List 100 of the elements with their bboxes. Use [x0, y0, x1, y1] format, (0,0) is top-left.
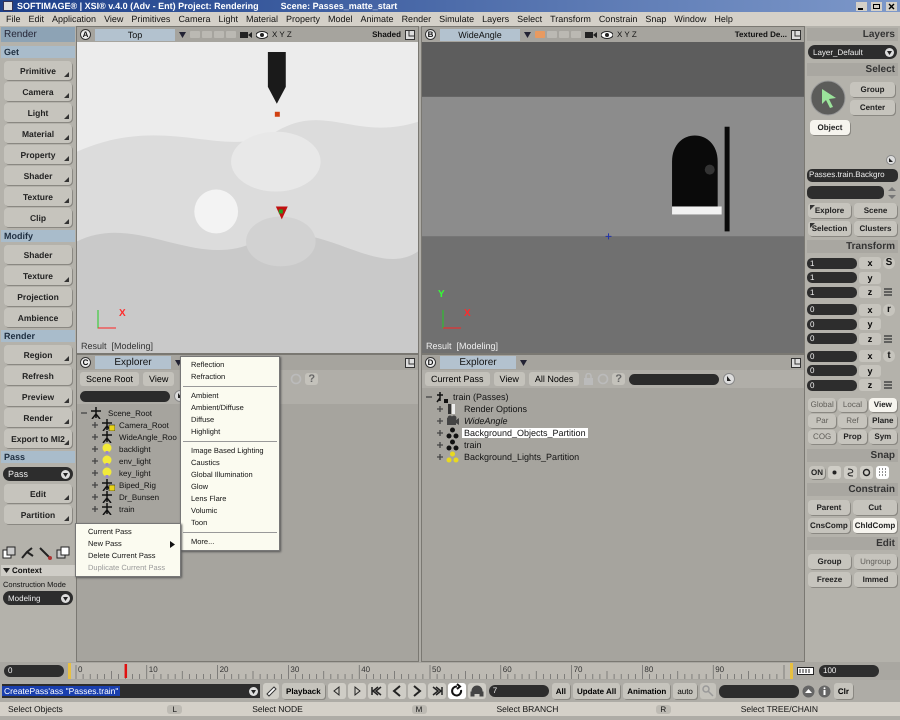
menu-item[interactable]: Window: [670, 14, 710, 24]
tool-button[interactable]: Group: [850, 82, 895, 96]
value-field[interactable]: 1: [807, 272, 857, 284]
menu-item[interactable]: Help: [710, 14, 737, 24]
mode-button[interactable]: Sym: [868, 430, 897, 444]
value-field[interactable]: 0: [807, 318, 857, 330]
menu-item[interactable]: Render: [398, 14, 436, 24]
tool-button[interactable]: Selection: [808, 221, 851, 236]
menu-item[interactable]: Layers: [478, 14, 514, 24]
tool-button[interactable]: Region: [4, 345, 72, 364]
axis-button[interactable]: y: [859, 272, 881, 284]
axis-button[interactable]: y: [859, 318, 881, 330]
tree-item[interactable]: train: [462, 440, 484, 450]
tool-button[interactable]: Cut: [852, 500, 898, 514]
menu-item[interactable]: Constrain: [594, 14, 642, 24]
axis-button[interactable]: z: [859, 332, 881, 345]
menu-item[interactable]: Light: [214, 14, 242, 24]
tool-button[interactable]: Material: [4, 124, 72, 143]
tree-item[interactable]: Background_Lights_Partition: [462, 452, 582, 462]
end-frame-field[interactable]: 100: [819, 665, 879, 677]
value-field[interactable]: 0: [807, 350, 857, 362]
menu-item[interactable]: Primitives: [127, 14, 174, 24]
toolbar-button[interactable]: View: [494, 372, 525, 386]
tool-button[interactable]: Ambience: [4, 308, 72, 327]
playback-button[interactable]: Playback: [282, 683, 325, 699]
menu-item[interactable]: Application: [48, 14, 100, 24]
auto-key-button[interactable]: auto: [673, 683, 697, 699]
update-all-button[interactable]: Update All: [572, 683, 620, 699]
tool-button[interactable]: Texture: [4, 187, 72, 206]
tree-item[interactable]: Camera_Root: [117, 420, 171, 430]
tool-button[interactable]: Clusters: [854, 221, 897, 236]
menu-item[interactable]: View: [100, 14, 128, 24]
toolbar-button[interactable]: Current Pass: [425, 372, 490, 386]
tree-item[interactable]: WideAngle: [462, 416, 510, 426]
tree-item[interactable]: env_light: [117, 456, 154, 466]
tree-item[interactable]: Dr_Bunsen: [117, 492, 162, 502]
value-field[interactable]: 0: [807, 365, 857, 376]
frame-field[interactable]: 7: [488, 685, 549, 697]
mode-button[interactable]: Prop: [838, 430, 867, 444]
menu-item[interactable]: Transform: [546, 14, 595, 24]
selection-field[interactable]: Passes.train.Backgro: [807, 169, 898, 182]
axis-button[interactable]: x: [859, 257, 881, 270]
tool-button[interactable]: Explore: [808, 203, 851, 218]
value-field[interactable]: 1: [807, 258, 857, 269]
tree-item[interactable]: backlight: [117, 444, 153, 454]
tree-item[interactable]: key_light: [117, 468, 153, 478]
tool-button[interactable]: Center: [850, 100, 895, 114]
menu-item[interactable]: Edit: [24, 14, 48, 24]
toolbar-button[interactable]: All Nodes: [528, 372, 580, 386]
value-field[interactable]: 0: [807, 380, 857, 391]
mode-button[interactable]: View: [868, 398, 897, 412]
clear-button[interactable]: Clr: [834, 683, 854, 699]
snap-toggle[interactable]: ON: [809, 466, 825, 478]
tree-item[interactable]: train (Passes): [451, 392, 511, 402]
tool-button[interactable]: CnsComp: [808, 518, 850, 532]
transform-mode-button[interactable]: r: [883, 304, 895, 316]
start-frame-field[interactable]: 0: [4, 665, 64, 677]
tree-item[interactable]: Background_Objects_Partition: [462, 428, 588, 438]
tool-button[interactable]: Clip: [4, 208, 72, 227]
tree-item[interactable]: Render Options: [462, 404, 530, 414]
tool-button[interactable]: Property: [4, 145, 72, 164]
view-dropdown[interactable]: Explorer: [440, 356, 516, 369]
tool-button[interactable]: Shader: [4, 166, 72, 185]
tool-button[interactable]: Freeze: [808, 572, 851, 586]
tool-button[interactable]: Refresh: [4, 366, 72, 385]
value-field[interactable]: 1: [807, 286, 857, 298]
tool-button[interactable]: Immed: [854, 572, 897, 586]
toolbar-button[interactable]: View: [143, 372, 174, 386]
tool-button[interactable]: Preview: [4, 387, 72, 406]
menu-item[interactable]: Select: [513, 14, 546, 24]
tool-button[interactable]: Scene: [854, 203, 897, 218]
tool-button[interactable]: Light: [4, 103, 72, 122]
axis-button[interactable]: z: [859, 286, 881, 298]
tree-item[interactable]: Biped_Rig: [117, 480, 158, 490]
transform-mode-button[interactable]: S: [883, 257, 895, 270]
view-dropdown[interactable]: Explorer: [95, 356, 171, 369]
mode-dropdown[interactable]: Modeling: [3, 591, 73, 605]
tool-button[interactable]: Texture: [4, 266, 72, 285]
axis-toggle[interactable]: X Y Z: [272, 30, 292, 39]
tool-button[interactable]: Primitive: [4, 61, 72, 80]
camera-dropdown[interactable]: Top: [95, 28, 175, 40]
tool-button[interactable]: Render: [4, 408, 72, 427]
mode-button[interactable]: Plane: [868, 414, 897, 428]
animation-button[interactable]: Animation: [623, 683, 670, 699]
timeline-ruler[interactable]: 0 10 20 30 40 50 60 70 80 90: [68, 663, 793, 679]
tree-item[interactable]: train: [117, 504, 137, 514]
menu-item[interactable]: Property: [282, 14, 324, 24]
menu-item[interactable]: Simulate: [435, 14, 478, 24]
tool-button[interactable]: ChldComp: [852, 518, 898, 532]
axis-button[interactable]: z: [859, 379, 881, 392]
pass-dropdown[interactable]: Pass: [3, 467, 73, 481]
value-field[interactable]: 0: [807, 333, 857, 344]
transform-mode-button[interactable]: t: [883, 350, 895, 362]
display-mode-menu[interactable]: Textured De...: [734, 30, 787, 39]
tool-button[interactable]: Partition: [4, 505, 72, 524]
axis-button[interactable]: x: [859, 350, 881, 362]
object-button[interactable]: Object: [810, 120, 850, 135]
tree-item[interactable]: Scene_Root: [106, 408, 154, 418]
menu-item[interactable]: Animate: [356, 14, 398, 24]
tool-button[interactable]: Export to MI2: [4, 429, 72, 448]
